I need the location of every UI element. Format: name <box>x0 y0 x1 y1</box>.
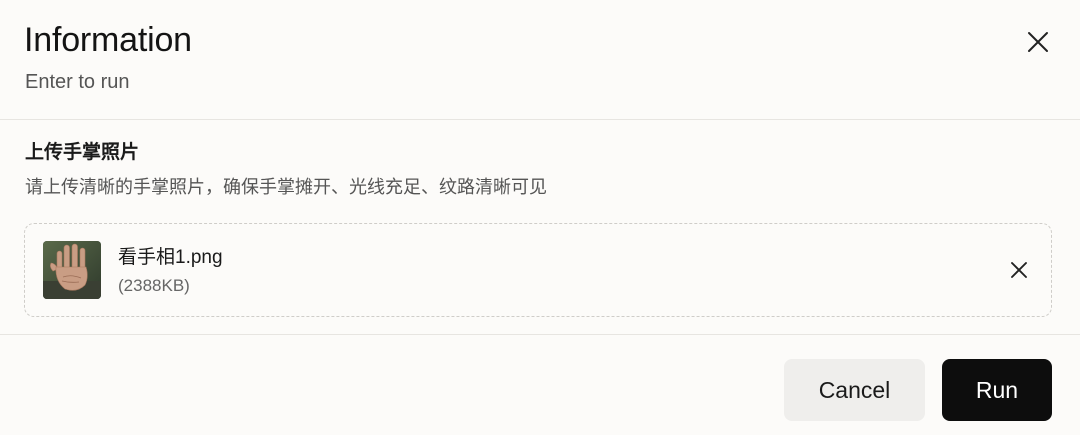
uploaded-file-card: 看手相1.png (2388KB) <box>24 223 1052 317</box>
upload-field-hint: 请上传清晰的手掌照片，确保手掌摊开、光线充足、纹路清晰可见 <box>25 177 547 197</box>
close-icon <box>1011 262 1027 278</box>
remove-file-button[interactable] <box>1001 252 1037 288</box>
dialog-subtitle: Enter to run <box>25 71 130 93</box>
close-icon <box>1028 32 1048 52</box>
dialog-title: Information <box>24 21 192 59</box>
palm-photo-thumbnail <box>43 241 101 299</box>
close-dialog-button[interactable] <box>1018 22 1058 62</box>
cancel-button[interactable]: Cancel <box>784 359 925 421</box>
header-divider <box>0 119 1080 120</box>
upload-field-label: 上传手掌照片 <box>25 142 140 163</box>
file-name: 看手相1.png <box>118 247 223 268</box>
information-dialog: Information Enter to run 上传手掌照片 请上传清晰的手掌… <box>0 0 1080 435</box>
run-button[interactable]: Run <box>942 359 1052 421</box>
footer-divider <box>0 334 1080 335</box>
file-size: (2388KB) <box>118 276 190 295</box>
